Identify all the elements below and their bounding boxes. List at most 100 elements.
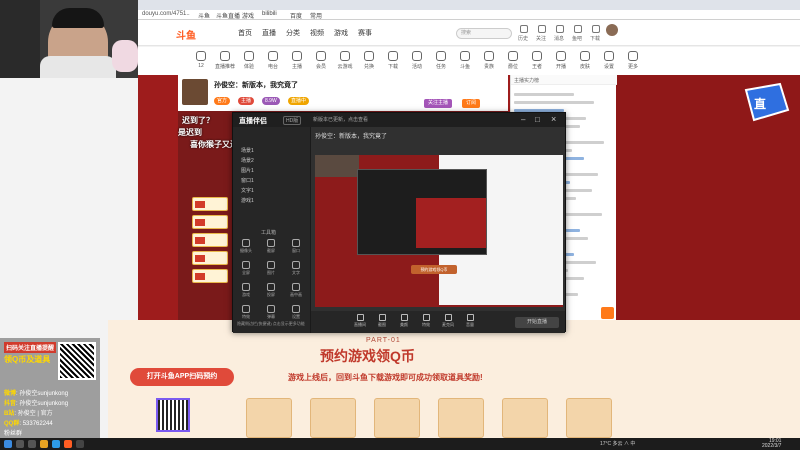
category-item[interactable]: 12 bbox=[188, 49, 214, 69]
bookmark-item[interactable]: 百度 bbox=[290, 11, 302, 20]
category-item[interactable]: 下载 bbox=[380, 49, 406, 70]
bookmark-item[interactable]: 常用 bbox=[310, 11, 322, 20]
sidebar-hint[interactable]: 隐藏侧边栏(快捷键) 点击显示更多功能 bbox=[237, 321, 305, 327]
user-avatar[interactable] bbox=[606, 24, 618, 36]
subscribe-button[interactable]: 订阅 bbox=[462, 99, 481, 108]
close-icon[interactable]: × bbox=[551, 114, 556, 124]
category-item[interactable]: 任务 bbox=[428, 49, 454, 70]
tool-cast[interactable]: 投屏 bbox=[260, 283, 282, 298]
tool-window[interactable]: 窗口 bbox=[285, 239, 307, 254]
promo-card[interactable] bbox=[192, 215, 228, 229]
explorer-icon[interactable] bbox=[40, 440, 48, 448]
update-notice[interactable]: 新版本已更新，点击查看 bbox=[313, 116, 368, 123]
nav-video[interactable]: 视频 bbox=[310, 28, 324, 38]
bookmark-item[interactable]: 游戏 bbox=[242, 11, 254, 20]
taskview-icon[interactable] bbox=[28, 440, 36, 448]
follow-icon[interactable] bbox=[538, 25, 546, 33]
url-text[interactable]: douyu.com/4751.. bbox=[142, 11, 190, 17]
gift-card[interactable] bbox=[566, 398, 612, 438]
category-item[interactable]: 开播 bbox=[548, 49, 574, 70]
browser-icon[interactable] bbox=[52, 440, 60, 448]
room-control[interactable]: 直播间 bbox=[351, 314, 369, 328]
streamer-avatar[interactable] bbox=[182, 79, 208, 105]
effect-control[interactable]: 特效 bbox=[417, 314, 435, 328]
category-item[interactable]: 直播推荐 bbox=[212, 49, 238, 70]
history-icon[interactable] bbox=[520, 25, 528, 33]
start-live-button[interactable]: 开始直播 bbox=[515, 317, 559, 328]
scene-item[interactable]: 场景2 bbox=[241, 157, 254, 164]
scene-item[interactable]: 文字1 bbox=[241, 187, 254, 194]
promo-card[interactable] bbox=[192, 233, 228, 247]
beauty-control[interactable]: 美颜 bbox=[395, 314, 413, 328]
send-danmu-button[interactable] bbox=[601, 307, 614, 319]
promo-card[interactable] bbox=[192, 251, 228, 265]
category-item[interactable]: 贵族 bbox=[476, 49, 502, 70]
gift-card[interactable] bbox=[438, 398, 484, 438]
follow-button[interactable]: 关注主播 bbox=[424, 99, 453, 108]
category-item[interactable]: 斗鱼 bbox=[452, 49, 478, 70]
companion-app-icon[interactable] bbox=[76, 440, 84, 448]
tool-pip[interactable]: 画中画 bbox=[285, 283, 307, 298]
mic-control[interactable]: 麦克风 bbox=[439, 314, 457, 328]
category-item[interactable]: 设置 bbox=[596, 49, 622, 70]
category-item[interactable]: 主播 bbox=[284, 49, 310, 70]
category-item[interactable]: 电台 bbox=[260, 49, 286, 70]
gift-card[interactable] bbox=[246, 398, 292, 438]
tool-danmu[interactable]: 弹幕 bbox=[260, 305, 282, 320]
category-item[interactable]: 皮肤 bbox=[572, 49, 598, 70]
scene-item[interactable]: 图片1 bbox=[241, 167, 254, 174]
bookmark-item[interactable]: bilibili bbox=[262, 11, 277, 17]
stream-preview[interactable]: 预约游戏领Q币 bbox=[315, 155, 563, 307]
category-item[interactable]: 云游戏 bbox=[332, 49, 358, 70]
nav-live[interactable]: 直播 bbox=[262, 28, 276, 38]
search-icon[interactable] bbox=[16, 440, 24, 448]
stream-title-tab[interactable]: 孙俊空：新版本，我究竟了 bbox=[315, 131, 387, 140]
volume-control[interactable]: 音量 bbox=[461, 314, 479, 328]
live-companion-window[interactable]: 直播伴侣 HD版 新版本已更新，点击查看 – □ × 场景1 场景2 图片1 窗… bbox=[232, 112, 566, 333]
message-icon[interactable] bbox=[556, 25, 564, 33]
search-input[interactable]: 搜索 bbox=[456, 28, 512, 39]
tool-image[interactable]: 图片 bbox=[260, 261, 282, 276]
bookmark-item[interactable]: 斗鱼 bbox=[198, 11, 210, 20]
download-icon[interactable] bbox=[592, 25, 600, 33]
start-icon[interactable] bbox=[4, 440, 12, 448]
system-tray[interactable]: 17°C 多云 ∧ 中 bbox=[600, 440, 635, 447]
category-item[interactable]: 会员 bbox=[308, 49, 334, 70]
minimize-icon[interactable]: – bbox=[521, 115, 525, 124]
chat-header[interactable]: 主播实力榜 bbox=[511, 75, 617, 85]
tool-settings[interactable]: 设置 bbox=[285, 305, 307, 320]
tool-screenshot[interactable]: 截屏 bbox=[260, 239, 282, 254]
nav-game[interactable]: 游戏 bbox=[334, 28, 348, 38]
gift-card[interactable] bbox=[310, 398, 356, 438]
open-app-button[interactable]: 打开斗鱼APP扫码预约 bbox=[130, 368, 234, 386]
nav-home[interactable]: 首页 bbox=[238, 28, 252, 38]
tool-text[interactable]: 文字 bbox=[285, 261, 307, 276]
maximize-icon[interactable]: □ bbox=[535, 115, 540, 124]
tool-game[interactable]: 游戏 bbox=[235, 283, 257, 298]
nav-category[interactable]: 分类 bbox=[286, 28, 300, 38]
promo-card[interactable] bbox=[192, 269, 228, 283]
category-item[interactable]: 更多 bbox=[620, 49, 646, 70]
tool-fullscreen[interactable]: 全屏 bbox=[235, 261, 257, 276]
clock[interactable]: 19:01 2022/3/7 bbox=[762, 439, 781, 449]
scene-item[interactable]: 窗口1 bbox=[241, 177, 254, 184]
douyu-app-icon[interactable] bbox=[64, 440, 72, 448]
tool-effect[interactable]: 特效 bbox=[235, 305, 257, 320]
nav-match[interactable]: 赛事 bbox=[358, 28, 372, 38]
category-item[interactable]: 活动 bbox=[404, 49, 430, 70]
companion-titlebar[interactable]: 直播伴侣 HD版 新版本已更新，点击查看 – □ × bbox=[233, 113, 565, 127]
category-item[interactable]: 王者 bbox=[524, 49, 550, 70]
tool-camera[interactable]: 摄像头 bbox=[235, 239, 257, 254]
gift-card[interactable] bbox=[502, 398, 548, 438]
version-badge[interactable]: HD版 bbox=[283, 116, 302, 125]
scene-item[interactable]: 场景1 bbox=[241, 147, 254, 154]
category-item[interactable]: 体验 bbox=[236, 49, 262, 70]
fishbar-icon[interactable] bbox=[574, 25, 582, 33]
gift-card[interactable] bbox=[374, 398, 420, 438]
scene-item[interactable]: 游戏1 bbox=[241, 197, 254, 204]
screenshot-control[interactable]: 截图 bbox=[373, 314, 391, 328]
douyu-logo[interactable]: 斗鱼 bbox=[176, 27, 196, 42]
category-item[interactable]: 兑换 bbox=[356, 49, 382, 70]
mascot-icon[interactable]: 直 bbox=[740, 80, 794, 126]
bookmark-item[interactable]: 斗鱼直播 bbox=[216, 11, 240, 20]
